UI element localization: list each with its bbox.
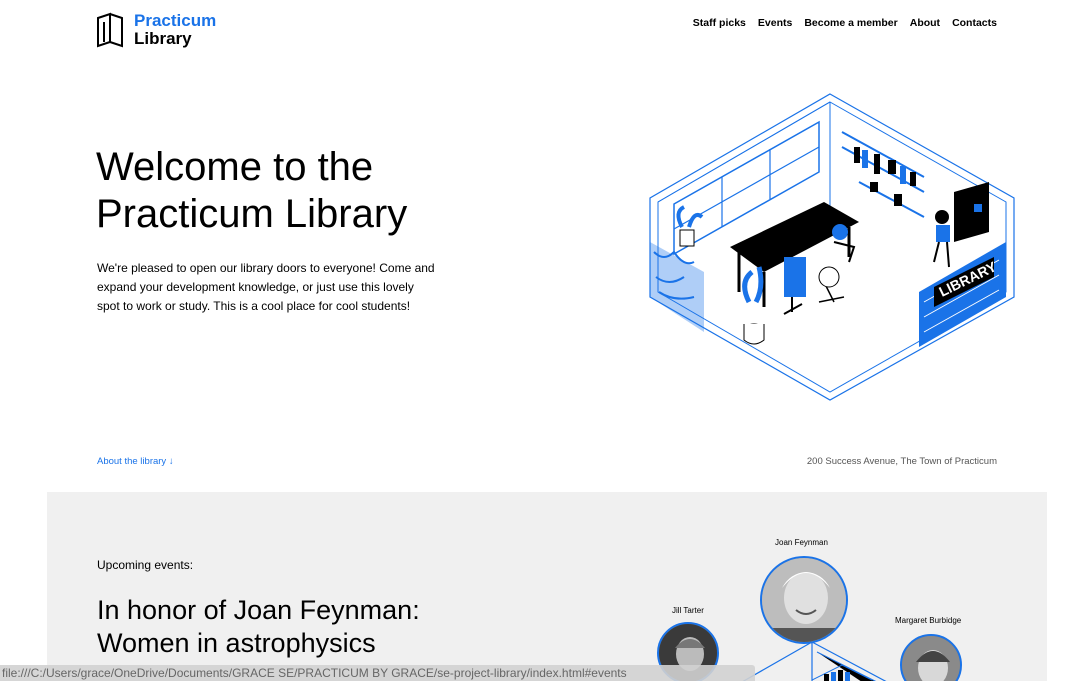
nav-about[interactable]: About	[910, 17, 940, 29]
logo-link[interactable]: Practicum Library	[96, 12, 216, 48]
nav-become-member[interactable]: Become a member	[804, 17, 897, 29]
logo-text: Practicum Library	[134, 12, 216, 48]
logo-line-1: Practicum	[134, 11, 217, 30]
book-logo-icon	[97, 12, 123, 48]
portrait-name-joan-feynman: Joan Feynman	[775, 538, 828, 547]
site-header: Practicum Library Staff picks Events Bec…	[0, 0, 1092, 60]
portraits-cluster: Joan Feynman Jill Tarter Margaret Burbid…	[647, 532, 987, 681]
library-room-illustration: LIBRARY	[649, 93, 1015, 401]
joan-feynman-portrait	[760, 556, 848, 644]
portrait-name-margaret-burbidge: Margaret Burbidge	[895, 616, 962, 625]
hero-title: Welcome to the Practicum Library	[96, 145, 408, 236]
nav-staff-picks[interactable]: Staff picks	[693, 17, 746, 29]
about-library-link[interactable]: About the library ↓	[97, 456, 174, 467]
margaret-burbidge-photo-icon	[902, 636, 960, 681]
nav-events[interactable]: Events	[758, 17, 792, 29]
nav-contacts[interactable]: Contacts	[952, 17, 997, 29]
logo-line-2: Library	[134, 29, 192, 48]
browser-status-bar: file:///C:/Users/grace/OneDrive/Document…	[0, 665, 755, 681]
portrait-name-jill-tarter: Jill Tarter	[672, 606, 704, 615]
event-title: In honor of Joan Feynman: Women in astro…	[97, 595, 420, 658]
joan-feynman-photo-icon	[762, 558, 846, 642]
main-nav: Staff picks Events Become a member About…	[693, 17, 997, 29]
events-section: Upcoming events: In honor of Joan Feynma…	[47, 492, 1047, 681]
address-text: 200 Success Avenue, The Town of Practicu…	[806, 456, 997, 467]
events-label: Upcoming events:	[97, 558, 194, 572]
hero-description: We're pleased to open our library doors …	[97, 261, 435, 313]
mini-shelf-illustration	[812, 664, 872, 681]
